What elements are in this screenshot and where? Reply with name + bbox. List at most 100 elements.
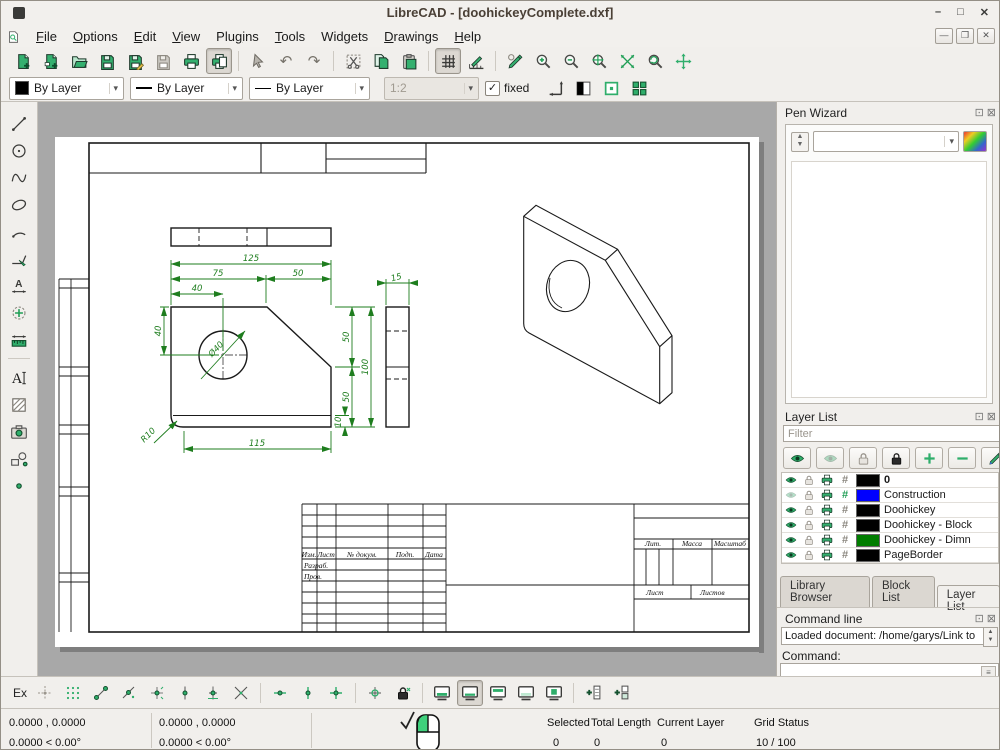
layer-lock-icon[interactable] — [800, 504, 818, 516]
save-as-button[interactable] — [122, 48, 148, 74]
snap-on-entity-button[interactable] — [116, 680, 142, 706]
arc-tool[interactable] — [6, 220, 32, 243]
show-all-layers-button[interactable] — [783, 447, 811, 469]
layer-row[interactable]: # Construction — [782, 488, 998, 503]
menu-tools[interactable]: Tools — [267, 27, 313, 46]
lock-all-layers-button[interactable] — [882, 447, 910, 469]
restrict-orthogonal-button[interactable] — [323, 680, 349, 706]
point-tool[interactable] — [6, 301, 32, 324]
new-document-button[interactable] — [10, 48, 36, 74]
redraw-button[interactable] — [502, 48, 528, 74]
zoom-out-button[interactable] — [558, 48, 584, 74]
menu-help[interactable]: Help — [446, 27, 489, 46]
layer-row[interactable]: # PageBorder — [782, 548, 998, 563]
redo-button[interactable]: ↷ — [301, 48, 327, 74]
measure-tool[interactable] — [6, 328, 32, 351]
snap-intersection-button[interactable] — [228, 680, 254, 706]
undo-button[interactable]: ↶ — [273, 48, 299, 74]
ellipse-tool[interactable] — [6, 193, 32, 216]
line-tool[interactable] — [6, 112, 32, 135]
close-panel-icon[interactable]: ⊠ — [987, 106, 996, 119]
circle-tool[interactable] — [6, 139, 32, 162]
layer-print-icon[interactable] — [818, 489, 836, 501]
grid-squares-button[interactable] — [626, 75, 652, 101]
layer-visibility-icon[interactable] — [782, 489, 800, 501]
layer-print-icon[interactable] — [818, 534, 836, 546]
pen-spin-button[interactable]: ▲▼ — [791, 132, 809, 152]
lock-relative-zero-button[interactable] — [390, 680, 416, 706]
paste-button[interactable] — [396, 48, 422, 74]
layer-lock-icon[interactable] — [800, 549, 818, 561]
text-tool[interactable]: A — [6, 366, 32, 389]
draft-lines-button[interactable] — [463, 48, 489, 74]
draft-mode-3-button[interactable] — [485, 680, 511, 706]
restrict-vertical-button[interactable] — [295, 680, 321, 706]
restrict-horizontal-button[interactable] — [267, 680, 293, 706]
unlock-all-layers-button[interactable] — [849, 447, 877, 469]
close-icon[interactable]: ✕ — [980, 6, 989, 19]
zoom-window-button[interactable] — [614, 48, 640, 74]
auto-zoom-button[interactable] — [586, 48, 612, 74]
layer-construction-icon[interactable]: # — [836, 549, 854, 561]
layer-print-icon[interactable] — [818, 504, 836, 516]
tab-library-browser[interactable]: Library Browser — [780, 576, 870, 607]
draft-mode-5-button[interactable] — [541, 680, 567, 706]
command-history-spinner[interactable]: ▲▼ — [983, 627, 998, 647]
menu-widgets[interactable]: Widgets — [313, 27, 376, 46]
print-preview-button[interactable] — [206, 48, 232, 74]
exclusive-snap-button[interactable]: Ex — [9, 686, 31, 700]
layer-construction-icon[interactable]: # — [836, 504, 854, 516]
set-relative-zero-button[interactable] — [362, 680, 388, 706]
hide-all-layers-button[interactable] — [816, 447, 844, 469]
cut-button[interactable] — [340, 48, 366, 74]
select-button[interactable] — [245, 48, 271, 74]
float-panel-icon[interactable]: ⊡ — [975, 612, 984, 625]
layer-print-icon[interactable] — [818, 519, 836, 531]
mdi-close-icon[interactable]: ✕ — [977, 28, 995, 44]
add-vertical-bar-button[interactable] — [580, 680, 606, 706]
layer-print-icon[interactable] — [818, 549, 836, 561]
pen-wizard-list[interactable] — [791, 161, 987, 398]
menu-drawings[interactable]: Drawings — [376, 27, 446, 46]
line-width-select[interactable]: By Layer ▾ — [249, 77, 370, 100]
save-all-button[interactable] — [150, 48, 176, 74]
color-picker-button[interactable] — [963, 131, 987, 152]
layer-lock-icon[interactable] — [800, 519, 818, 531]
drawing-canvas[interactable]: Изм. Лист № докум. Подп. Дата Разраб. Пр… — [38, 102, 776, 676]
layer-lock-icon[interactable] — [800, 534, 818, 546]
snap-distance-button[interactable] — [200, 680, 226, 706]
snap-free-button[interactable] — [32, 680, 58, 706]
menu-edit[interactable]: Edit — [126, 27, 164, 46]
background-toggle-button[interactable] — [570, 75, 596, 101]
layer-construction-icon[interactable]: # — [836, 474, 854, 486]
polyline-tool[interactable] — [6, 247, 32, 270]
zoom-in-button[interactable] — [530, 48, 556, 74]
save-button[interactable] — [94, 48, 120, 74]
layer-lock-icon[interactable] — [800, 489, 818, 501]
draft-mode-4-button[interactable] — [513, 680, 539, 706]
snap-endpoint-button[interactable] — [88, 680, 114, 706]
angle-restriction-button[interactable] — [542, 75, 568, 101]
add-layer-button[interactable] — [915, 447, 943, 469]
previous-view-button[interactable] — [642, 48, 668, 74]
image-tool[interactable] — [6, 420, 32, 443]
tab-layer-list[interactable]: Layer List — [937, 585, 1000, 607]
minimize-icon[interactable]: – — [935, 6, 941, 19]
layer-row[interactable]: # Doohickey - Block — [782, 518, 998, 533]
layer-visibility-icon[interactable] — [782, 534, 800, 546]
line-type-select[interactable]: By Layer ▾ — [130, 77, 243, 100]
layer-visibility-icon[interactable] — [782, 474, 800, 486]
layer-visibility-icon[interactable] — [782, 549, 800, 561]
copy-button[interactable] — [368, 48, 394, 74]
layer-visibility-icon[interactable] — [782, 519, 800, 531]
menu-options[interactable]: Options — [65, 27, 126, 46]
float-panel-icon[interactable]: ⊡ — [975, 106, 984, 119]
hatch-tool[interactable] — [6, 393, 32, 416]
mdi-minimize-icon[interactable]: — — [935, 28, 953, 44]
dimension-tool[interactable]: A — [6, 274, 32, 297]
float-panel-icon[interactable]: ⊡ — [975, 410, 984, 423]
fixed-checkbox[interactable]: ✓ — [485, 81, 500, 96]
entity-preview-button[interactable] — [598, 75, 624, 101]
print-button[interactable] — [178, 48, 204, 74]
draft-mode-1-button[interactable] — [429, 680, 455, 706]
